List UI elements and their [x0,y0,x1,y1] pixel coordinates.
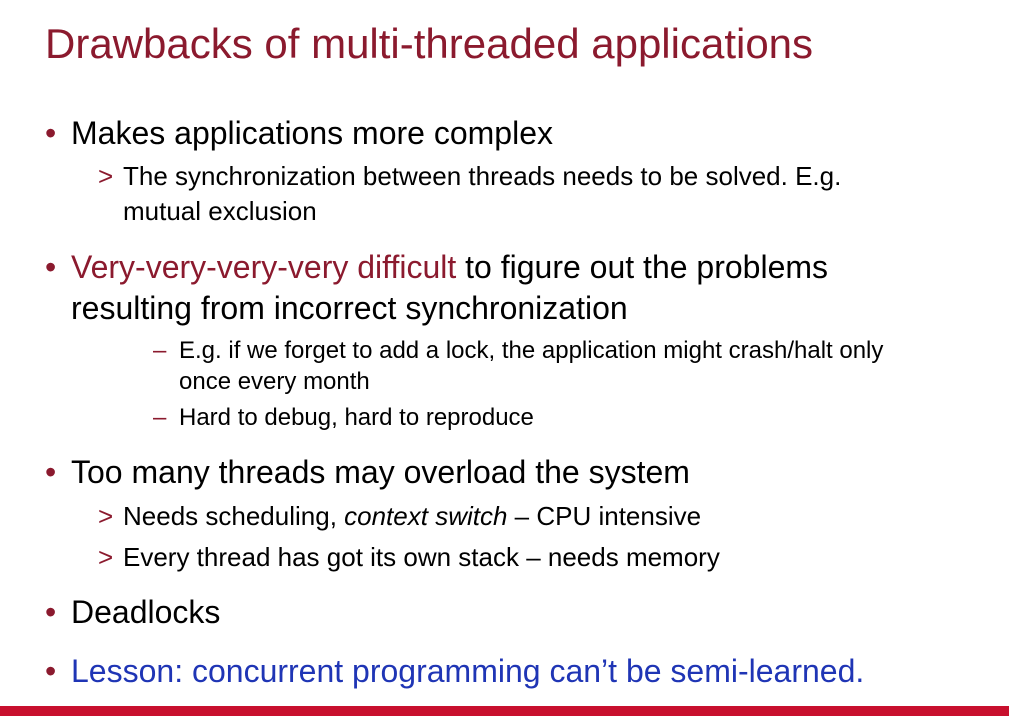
bullet-3-sub-1-pre: Needs scheduling, [123,501,345,531]
bullet-4-text: Deadlocks [71,594,221,630]
bullet-5-text: Lesson: concurrent programming can’t be … [71,653,865,689]
bullet-2-rest: to figure out the problems [456,249,829,285]
sub-marker: > [98,542,114,572]
bullet-marker: • [45,249,57,285]
footer-bar [0,706,1009,716]
sub-marker: – [153,404,167,431]
bullet-marker: • [45,454,57,490]
sub-marker: > [98,161,114,191]
sub-marker: – [153,337,167,364]
bullet-3-sub-1-text: Needs scheduling, context switch – CPU i… [123,499,701,533]
bullet-marker: • [45,653,57,689]
bullet-marker: • [45,115,57,151]
bullet-3-sub-1-italic: context switch [344,501,508,531]
sub-marker: > [98,501,114,531]
bullet-2-highlight: Very-very-very-very difficult [71,249,457,285]
bullet-1-text: Makes applications more complex [71,115,553,151]
bullet-marker: • [45,594,57,630]
bullet-2-line-1: Very-very-very-very difficult to figure … [71,247,828,287]
bullet-1-sub-1-line-1: The synchronization between threads need… [123,161,842,191]
bullet-2-sub-1-line-1: E.g. if we forget to add a lock, the app… [179,337,884,364]
bullet-2-sub-2-text: Hard to debug, hard to reproduce [179,404,534,431]
bullet-2-line-2: resulting from incorrect synchronization [71,290,628,326]
bullet-3-sub-2-text: Every thread has got its own stack – nee… [123,542,720,572]
bullet-2-sub-1-line-2: once every month [179,368,370,395]
bullet-3-sub-1-post: – CPU intensive [507,501,702,531]
bullet-1-sub-1-line-2: mutual exclusion [123,196,317,226]
slide: Drawbacks of multi-threaded applications… [0,0,1009,716]
slide-title: Drawbacks of multi-threaded applications [45,20,814,67]
bullet-3-text: Too many threads may overload the system [71,454,690,490]
